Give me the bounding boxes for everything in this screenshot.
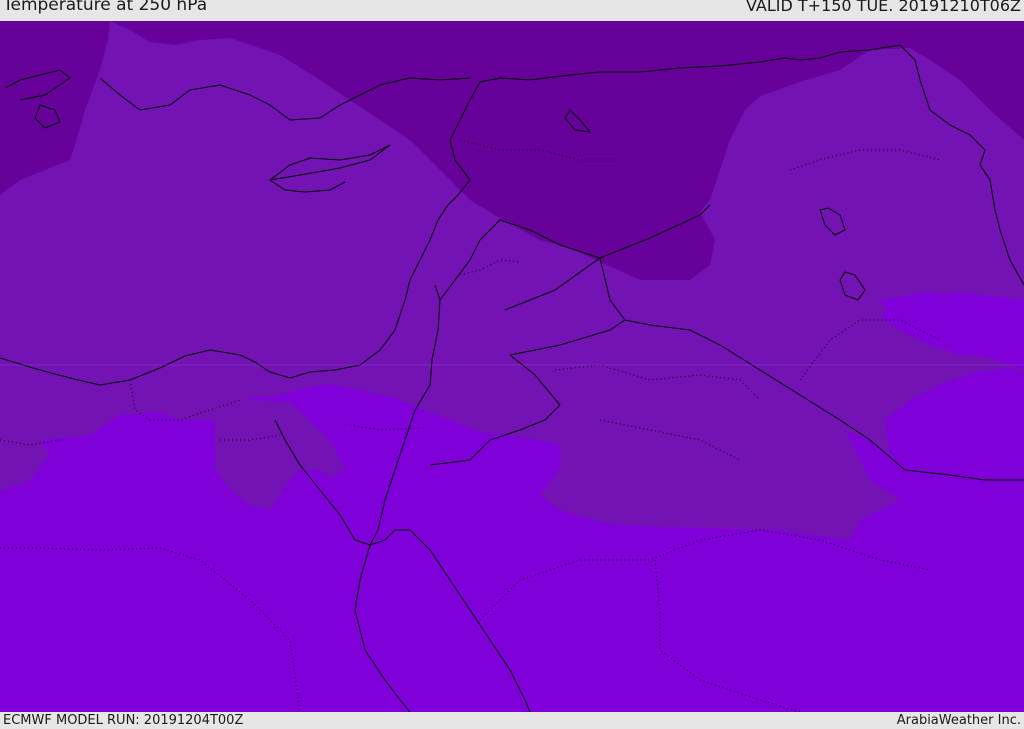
valid-time: VALID T+150 TUE. 20191210T06Z <box>745 0 1021 15</box>
weather-map[interactable] <box>0 21 1024 712</box>
map-title: Temperature at 250 hPa <box>3 0 208 15</box>
credit-label: ArabiaWeather Inc. <box>896 713 1021 728</box>
model-run: ECMWF MODEL RUN: 20191204T00Z <box>3 713 244 728</box>
footer-bar: ECMWF MODEL RUN: 20191204T00Z ArabiaWeat… <box>0 712 1024 729</box>
header-bar: Temperature at 250 hPa VALID T+150 TUE. … <box>0 0 1024 21</box>
